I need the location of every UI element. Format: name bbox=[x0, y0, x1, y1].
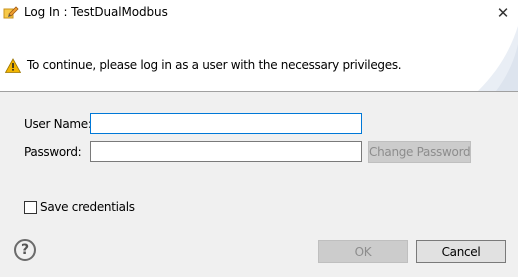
close-button[interactable]: ✕ bbox=[490, 0, 516, 26]
save-credentials-label[interactable]: Save credentials bbox=[40, 200, 135, 214]
change-password-button[interactable]: Change Password bbox=[368, 141, 471, 163]
username-input[interactable] bbox=[90, 113, 362, 134]
save-credentials-checkbox[interactable] bbox=[24, 201, 37, 214]
password-input[interactable] bbox=[90, 141, 362, 162]
message-area: To continue, please log in as a user wit… bbox=[0, 26, 518, 91]
pencil-app-icon bbox=[3, 4, 19, 20]
cancel-button[interactable]: Cancel bbox=[416, 240, 506, 263]
password-label: Password: bbox=[24, 145, 82, 159]
title-bar: Log In : TestDualModbus ✕ bbox=[0, 0, 518, 26]
header-separator bbox=[0, 91, 518, 92]
help-icon[interactable]: ? bbox=[14, 239, 36, 261]
login-message: To continue, please log in as a user wit… bbox=[27, 58, 402, 72]
header-decoration bbox=[478, 26, 518, 91]
ok-button[interactable]: OK bbox=[318, 240, 408, 263]
window-title: Log In : TestDualModbus bbox=[24, 5, 168, 19]
username-label: User Name: bbox=[24, 117, 92, 131]
warning-icon bbox=[4, 58, 22, 74]
